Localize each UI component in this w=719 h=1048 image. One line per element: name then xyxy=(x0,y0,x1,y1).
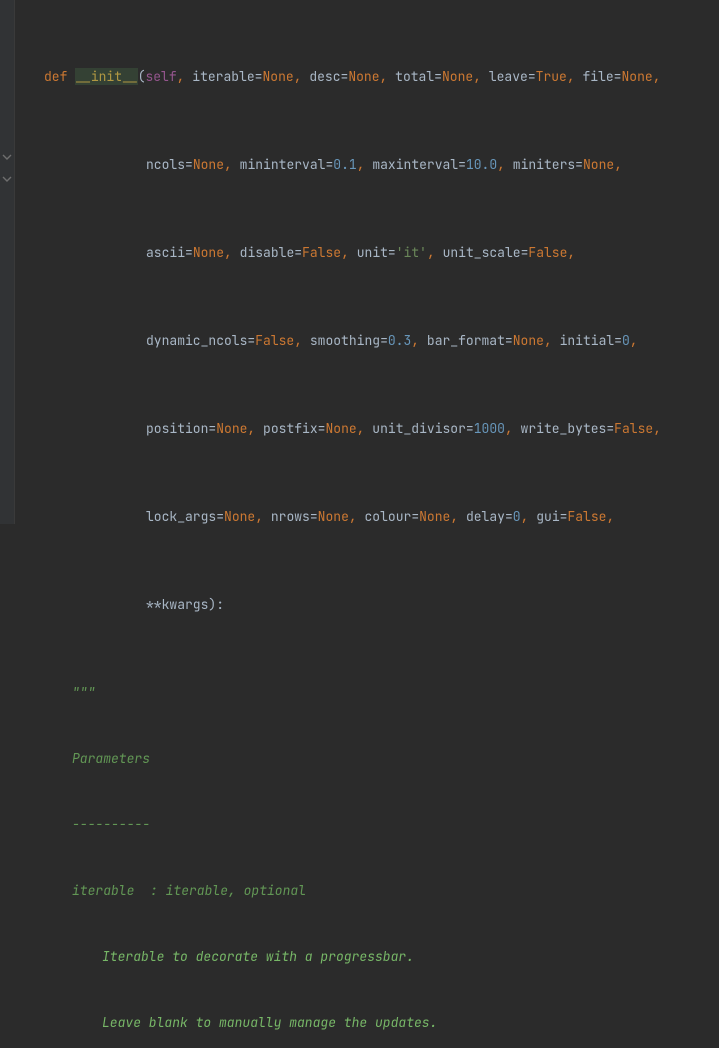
code-line: ncols=None, mininterval=0.1, maxinterval… xyxy=(14,154,719,176)
collapse-icon[interactable] xyxy=(2,152,12,162)
code-editor[interactable]: def __init__(self, iterable=None, desc=N… xyxy=(14,0,719,524)
code-line: lock_args=None, nrows=None, colour=None,… xyxy=(14,506,719,528)
code-line: dynamic_ncols=False, smoothing=0.3, bar_… xyxy=(14,330,719,352)
doc-line: iterable : iterable, optional xyxy=(14,880,719,902)
doc-line: Iterable to decorate with a progressbar. xyxy=(14,946,719,968)
editor-gutter xyxy=(0,0,15,524)
doc-line: """ xyxy=(14,682,719,704)
doc-line: Parameters xyxy=(14,748,719,770)
doc-line: ---------- xyxy=(14,814,719,836)
code-line: ascii=None, disable=False, unit='it', un… xyxy=(14,242,719,264)
code-line: position=None, postfix=None, unit_diviso… xyxy=(14,418,719,440)
code-line: **kwargs): xyxy=(14,594,719,616)
collapse-icon[interactable] xyxy=(2,174,12,184)
doc-line: Leave blank to manually manage the updat… xyxy=(14,1012,719,1034)
code-line: def __init__(self, iterable=None, desc=N… xyxy=(14,66,719,88)
